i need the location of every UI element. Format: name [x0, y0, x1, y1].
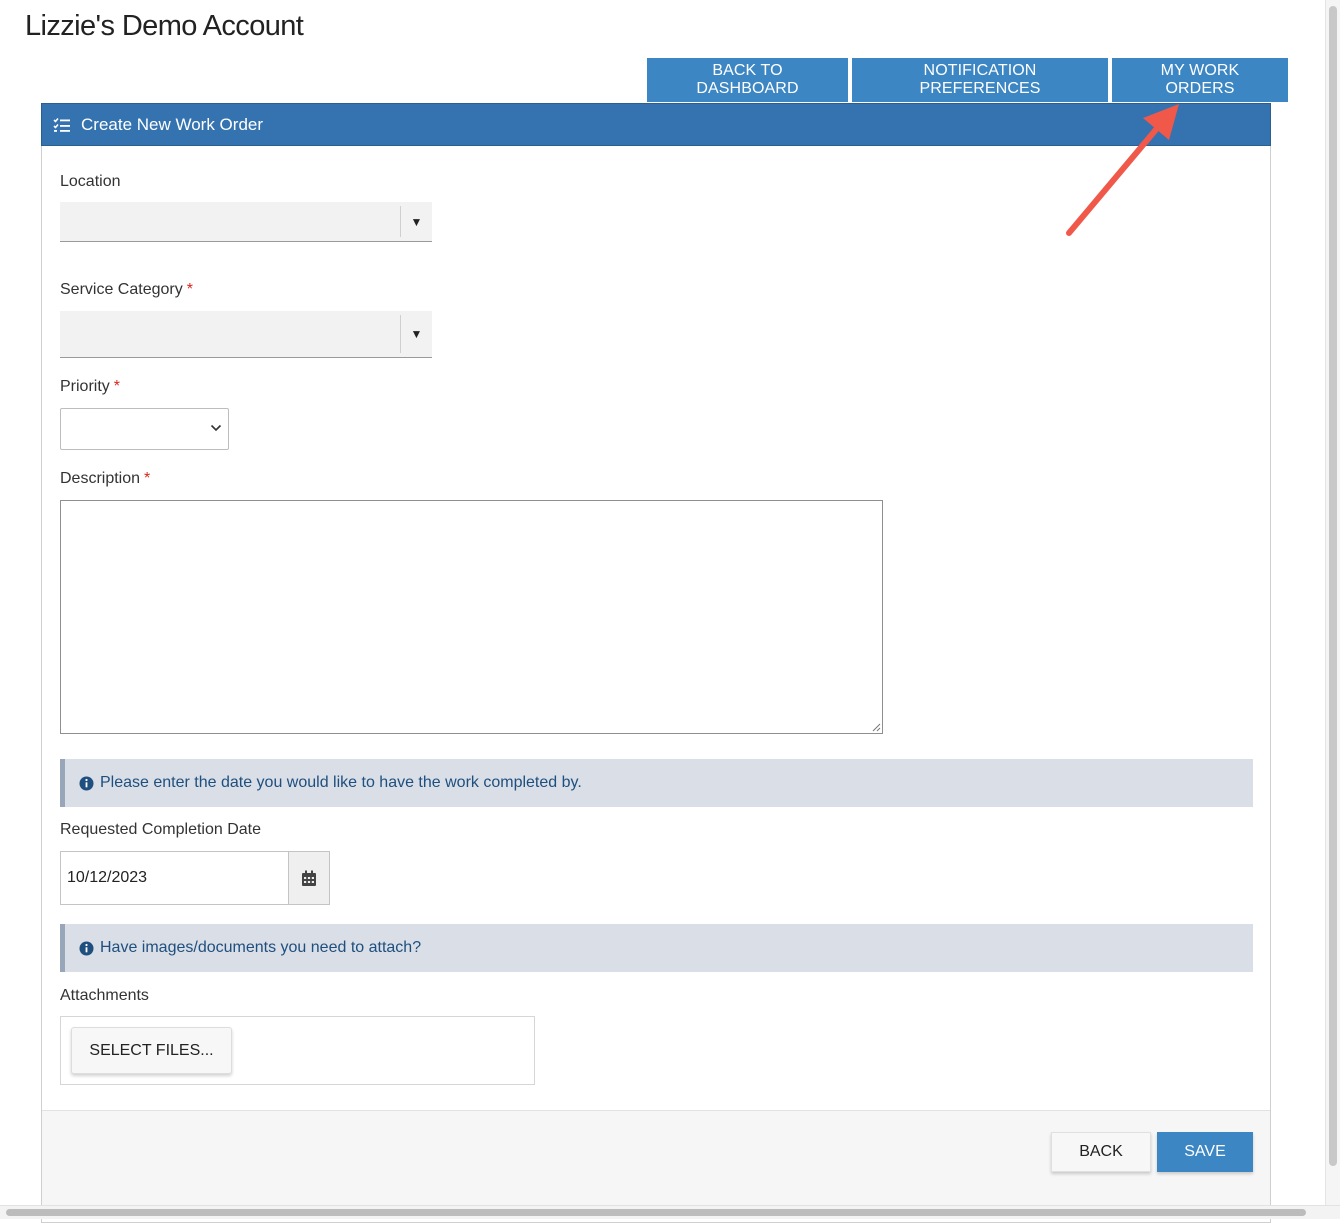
- chevron-down-icon: [210, 424, 222, 432]
- priority-select[interactable]: [60, 408, 229, 450]
- attachments-label: Attachments: [60, 987, 149, 1005]
- requested-date-label-text: Requested Completion Date: [60, 821, 262, 838]
- description-textarea[interactable]: [60, 500, 883, 734]
- select-files-button[interactable]: SELECT FILES...: [71, 1027, 232, 1074]
- description-label: Description *: [60, 470, 150, 488]
- service-category-label-text: Service Category: [60, 281, 183, 298]
- location-label-text: Location: [60, 173, 121, 190]
- my-work-orders-button[interactable]: MY WORK ORDERS: [1112, 58, 1288, 102]
- vertical-scrollbar[interactable]: [1325, 0, 1340, 1205]
- requested-date-label: Requested Completion Date: [60, 821, 261, 839]
- horizontal-scrollbar[interactable]: [0, 1205, 1340, 1219]
- location-value: [60, 202, 400, 241]
- back-button[interactable]: BACK: [1051, 1132, 1151, 1172]
- account-title: Lizzie's Demo Account: [25, 10, 304, 42]
- horizontal-scroll-thumb[interactable]: [6, 1209, 1306, 1216]
- service-category-combobox[interactable]: ▼: [60, 311, 432, 358]
- service-category-label: Service Category *: [60, 281, 193, 299]
- required-indicator: *: [113, 378, 121, 395]
- location-combobox[interactable]: ▼: [60, 202, 432, 242]
- caret-down-icon[interactable]: ▼: [400, 315, 432, 353]
- annotation-arrow-icon: [1066, 104, 1179, 236]
- attach-info-text: Have images/documents you need to attach…: [100, 939, 422, 956]
- required-indicator: *: [144, 470, 151, 487]
- attach-info-alert: Have images/documents you need to attach…: [60, 924, 1253, 972]
- date-info-text: Please enter the date you would like to …: [100, 774, 582, 791]
- panel-title: Create New Work Order: [81, 114, 264, 134]
- required-indicator: *: [186, 281, 193, 298]
- calendar-icon: [302, 870, 316, 886]
- attachments-label-text: Attachments: [60, 987, 149, 1004]
- top-nav: BACK TO DASHBOARD NOTIFICATION PREFERENC…: [647, 58, 1288, 102]
- description-label-text: Description: [60, 470, 141, 487]
- priority-label: Priority *: [60, 378, 120, 396]
- vertical-scroll-thumb[interactable]: [1329, 6, 1337, 1166]
- requested-date-input[interactable]: 10/12/2023: [60, 851, 288, 905]
- date-info-alert: Please enter the date you would like to …: [60, 759, 1253, 807]
- checklist-icon: [53, 117, 70, 132]
- service-category-value: [60, 311, 400, 357]
- info-icon: [79, 941, 94, 955]
- priority-label-text: Priority: [60, 378, 110, 395]
- location-label: Location: [60, 173, 121, 191]
- save-button[interactable]: SAVE: [1157, 1132, 1253, 1172]
- back-to-dashboard-button[interactable]: BACK TO DASHBOARD: [647, 58, 848, 102]
- notification-preferences-button[interactable]: NOTIFICATION PREFERENCES: [852, 58, 1108, 102]
- date-picker-button[interactable]: [288, 851, 330, 905]
- file-upload-dropzone[interactable]: SELECT FILES...: [60, 1016, 535, 1085]
- resize-grip-icon[interactable]: [872, 723, 881, 732]
- info-icon: [79, 776, 94, 790]
- caret-down-icon[interactable]: ▼: [400, 206, 432, 237]
